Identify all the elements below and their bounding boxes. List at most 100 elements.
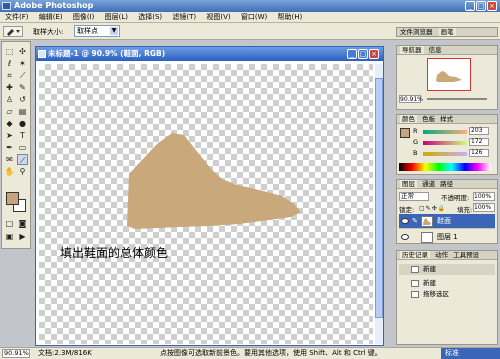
eye-icon[interactable] xyxy=(401,218,409,224)
tab-actions[interactable]: 动作 xyxy=(435,251,448,259)
history-snapshot-label: 新建 xyxy=(423,265,436,273)
move-tool-icon[interactable]: ✣ xyxy=(17,46,28,57)
history-item-new[interactable]: 新建 xyxy=(399,278,495,289)
brush-tool-icon[interactable]: ✎ xyxy=(17,82,28,93)
channel-g-value[interactable]: 172 xyxy=(469,138,489,146)
eyedropper-tool-icon[interactable]: ⟋ xyxy=(17,154,28,165)
magic-wand-tool-icon[interactable]: ✶ xyxy=(17,58,28,69)
layer-row-shoe-upper[interactable]: ✎ 鞋面 xyxy=(399,214,495,229)
fill-label: 填充: xyxy=(457,206,473,214)
ime-indicator[interactable]: 标准 xyxy=(441,348,500,359)
navigator-panel: 导航器 信息 90.91% xyxy=(396,45,498,110)
opacity-field[interactable]: 100% xyxy=(473,192,495,201)
doc-close-button[interactable]: × xyxy=(369,49,379,59)
menu-edit[interactable]: 编辑(E) xyxy=(39,13,63,21)
foreground-color-swatch[interactable] xyxy=(6,192,19,205)
channel-g-slider[interactable] xyxy=(423,141,467,145)
menu-image[interactable]: 图像(I) xyxy=(73,13,95,21)
lock-label: 锁定: xyxy=(399,206,415,214)
layer-name: 鞋面 xyxy=(437,217,451,225)
stamp-tool-icon[interactable]: ♙ xyxy=(4,94,15,105)
tab-channels[interactable]: 通道 xyxy=(422,180,435,188)
layers-panel: 图层 通道 路径 正常 不透明度: 100% 锁定: ▢✎✣🔒 填充: 100%… xyxy=(396,179,498,245)
menu-layer[interactable]: 图层(L) xyxy=(105,13,128,21)
sample-size-select[interactable]: 取样点 ▼ xyxy=(74,25,120,37)
navigator-shoe-shape xyxy=(436,71,462,82)
screen-mode-icon[interactable]: ▣ xyxy=(4,231,15,242)
tab-info[interactable]: 信息 xyxy=(429,46,442,54)
status-zoom-field[interactable]: 90.91% xyxy=(2,349,30,358)
type-tool-icon[interactable]: T xyxy=(17,130,28,141)
tab-color[interactable]: 颜色 xyxy=(400,115,417,123)
color-panel-foreground-swatch[interactable] xyxy=(400,128,410,138)
history-item-drag-selection[interactable]: 拖移选区 xyxy=(399,289,495,300)
quick-mask-icon[interactable]: ◙ xyxy=(17,218,28,229)
lock-icons[interactable]: ▢✎✣🔒 xyxy=(419,205,447,212)
tab-styles[interactable]: 样式 xyxy=(440,115,453,123)
vertical-scrollbar[interactable] xyxy=(375,64,383,344)
channel-r-value[interactable]: 203 xyxy=(469,127,489,135)
close-button[interactable]: × xyxy=(487,1,497,11)
navigator-thumbnail[interactable] xyxy=(427,58,471,91)
slice-tool-icon[interactable]: ⟋ xyxy=(17,70,28,81)
gradient-tool-icon[interactable]: ▤ xyxy=(17,106,28,117)
menu-file[interactable]: 文件(F) xyxy=(5,13,29,21)
status-bar: 90.91% 文档:2.3M/816K 点按图像可选取新前景色。要用其他选项，使… xyxy=(0,347,500,359)
fill-field[interactable]: 100% xyxy=(473,203,495,212)
eyedropper-tool-preset-icon[interactable] xyxy=(3,26,23,37)
canvas[interactable] xyxy=(39,64,373,344)
minimize-button[interactable]: _ xyxy=(465,1,475,11)
layers-tabs: 图层 通道 路径 xyxy=(397,180,497,189)
menu-window[interactable]: 窗口(W) xyxy=(241,13,267,21)
lasso-tool-icon[interactable]: ℓ xyxy=(4,58,15,69)
brush-icon: ✎ xyxy=(412,217,418,225)
tab-history[interactable]: 历史记录 xyxy=(400,251,430,259)
maximize-button[interactable]: □ xyxy=(476,1,486,11)
eye-icon[interactable] xyxy=(401,234,409,240)
navigator-zoom-slider[interactable] xyxy=(427,98,487,100)
blur-tool-icon[interactable]: ◆ xyxy=(4,118,15,129)
brushes-tab[interactable]: 画笔 xyxy=(438,28,456,36)
healing-brush-tool-icon[interactable]: ✚ xyxy=(4,82,15,93)
navigator-zoom-field[interactable]: 90.91% xyxy=(399,95,423,103)
shape-tool-icon[interactable]: ▭ xyxy=(17,142,28,153)
menu-view[interactable]: 视图(V) xyxy=(206,13,230,21)
marquee-tool-icon[interactable]: ⬚ xyxy=(4,46,15,57)
layer-row-layer-1[interactable]: 图层 1 xyxy=(399,230,495,245)
scrollbar-thumb[interactable] xyxy=(375,78,383,318)
color-ramp[interactable] xyxy=(399,163,491,171)
tab-navigator[interactable]: 导航器 xyxy=(400,46,424,54)
menu-help[interactable]: 帮助(H) xyxy=(277,13,302,21)
jump-to-imageready-icon[interactable]: ▶ xyxy=(17,231,28,242)
menu-filter[interactable]: 滤镜(T) xyxy=(172,13,196,21)
standard-mode-icon[interactable]: □ xyxy=(4,218,15,229)
crop-tool-icon[interactable]: ⌗ xyxy=(4,70,15,81)
dodge-tool-icon[interactable]: ● xyxy=(17,118,28,129)
file-browser-tab[interactable]: 文件浏览器 xyxy=(400,28,433,36)
tab-swatches[interactable]: 色板 xyxy=(422,115,435,123)
doc-minimize-button[interactable]: _ xyxy=(347,49,357,59)
tab-layers[interactable]: 图层 xyxy=(400,180,417,188)
eraser-tool-icon[interactable]: ▱ xyxy=(4,106,15,117)
channel-b-value[interactable]: 126 xyxy=(469,149,489,157)
notes-tool-icon[interactable]: ✉ xyxy=(4,154,15,165)
path-select-tool-icon[interactable]: ➤ xyxy=(4,130,15,141)
tab-tool-presets[interactable]: 工具预设 xyxy=(453,251,479,259)
zoom-tool-icon[interactable]: ⚲ xyxy=(17,166,28,177)
document-title-bar[interactable]: 未标题-1 @ 90.9% (鞋面, RGB) xyxy=(36,47,383,61)
app-title: Adobe Photoshop xyxy=(14,1,94,10)
color-panel: 颜色 色板 样式 R 203 G 172 B 126 xyxy=(396,114,498,175)
doc-maximize-button[interactable]: □ xyxy=(358,49,368,59)
history-item-label: 拖移选区 xyxy=(423,290,449,298)
sample-size-value: 取样点 xyxy=(77,27,98,35)
history-brush-tool-icon[interactable]: ↺ xyxy=(17,94,28,105)
hand-tool-icon[interactable]: ✋ xyxy=(4,166,15,177)
blend-mode-select[interactable]: 正常 xyxy=(399,192,429,201)
pen-tool-icon[interactable]: ✒ xyxy=(4,142,15,153)
menu-select[interactable]: 选择(S) xyxy=(138,13,162,21)
channel-b-slider[interactable] xyxy=(423,152,467,156)
history-snapshot-row[interactable]: 新建 xyxy=(399,264,495,275)
tab-paths[interactable]: 路径 xyxy=(440,180,453,188)
channel-r-slider[interactable] xyxy=(423,130,467,134)
instruction-caption: 填出鞋面的总体颜色 xyxy=(60,246,169,260)
